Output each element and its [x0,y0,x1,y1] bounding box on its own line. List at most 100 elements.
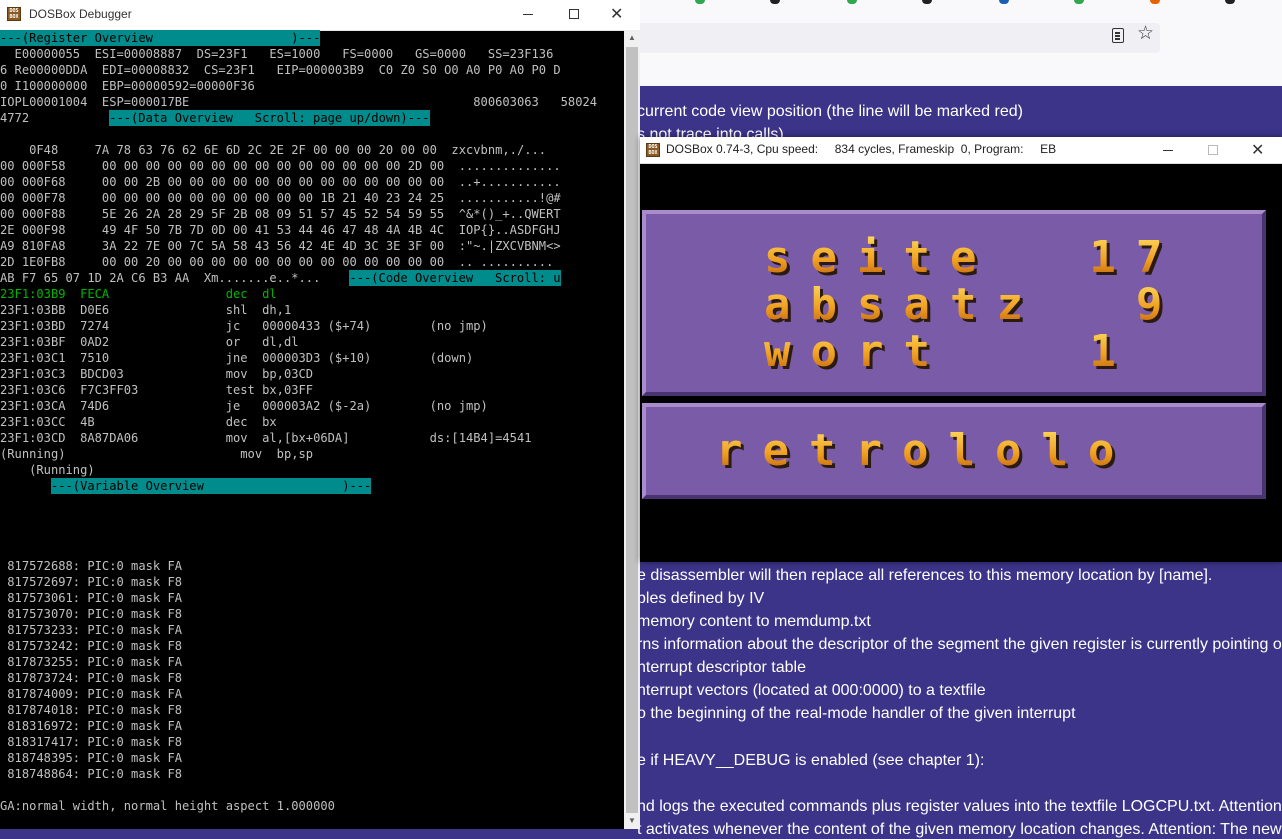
scroll-thumb[interactable] [626,47,638,813]
console-line: 2D 1E0FB8 00 00 20 00 00 00 00 00 00 00 … [0,255,554,269]
browser-tab-strip[interactable] [625,0,1282,14]
console-line: 23F1:03C1 7510 jne 000003D3 ($+10) (down… [0,351,474,365]
console-line: ---(Register Overview )--- [0,30,321,46]
console-line: 23F1:03CC 4B dec bx [0,415,277,429]
console-line: 23F1:03BF 0AD2 or dl,dl [0,335,299,349]
debugger-window: DOS BOX DOSBox Debugger ✕ ---(Register Ov… [0,0,640,829]
game-maximize-button[interactable] [1190,137,1236,163]
console-line: 23F1:03C3 BDCD03 mov bp,03CD [0,367,314,381]
game-minimize-button[interactable] [1145,137,1191,163]
console-line: 817573242: PIC:0 mask F8 [0,639,183,653]
console-line: 817572688: PIC:0 mask FA [0,559,183,573]
code-prompt-panel: seite 17 absatz 9 wort 1 [642,210,1266,396]
debugger-console[interactable]: ---(Register Overview )--- E00000055 ESI… [0,30,624,829]
dosbox-app-icon: DOS BOX [646,143,660,157]
paragraph-number-text: absatz 9 [764,279,1183,330]
console-line: 00 000F68 00 00 2B 00 00 00 00 00 00 00 … [0,175,561,189]
tab-icon[interactable] [1074,0,1084,4]
address-bar[interactable]: ☆ [630,23,1160,53]
tab-icon[interactable] [922,0,932,4]
maximize-button[interactable] [551,0,597,30]
game-close-button[interactable]: ✕ [1236,137,1282,163]
bookmark-star-icon[interactable]: ☆ [1137,24,1154,44]
dosbox-app-icon: DOS BOX [7,7,21,21]
doc-text-line: memory content to memdump.txt [637,613,871,630]
console-line: 6 Re00000DDA EDI=00008832 CS=23F1 EIP=00… [0,63,561,77]
console-line: 817572697: PIC:0 mask F8 [0,575,183,589]
console-line: E00000055 ESI=00008887 DS=23F1 ES=1000 F… [0,47,554,61]
console-line: (Running) [0,463,95,477]
scroll-up-arrow-icon[interactable]: ▲ [624,30,640,46]
tab-icon[interactable] [1225,0,1235,4]
console-section-header: ---(Data Overview Scroll: page up/down)-… [109,110,430,126]
console-line: AB F7 65 07 1D 2A C6 B3 AA Xm.......e..*… [0,271,321,285]
dosbox-game-window: DOS BOX DOSBox 0.74-3, Cpu speed: 834 cyc… [640,137,1282,562]
close-icon: ✕ [610,6,624,23]
console-line: 817874018: PIC:0 mask F8 [0,703,183,717]
minimize-icon [1163,150,1173,151]
console-line: 818748864: PIC:0 mask F8 [0,767,183,781]
doc-text-line: o the beginning of the real-mode handler… [637,705,1076,722]
tab-icon[interactable] [1150,0,1160,4]
console-line: (Running) mov bp,sp [0,447,314,461]
console-line: 817873724: PIC:0 mask F8 [0,671,183,685]
console-scrollbar[interactable]: ▲ ▼ [624,30,640,829]
console-section-header: ---(Code Overview Scroll: u [349,270,561,286]
console-line: 23F1:03CA 74D6 je 000003A2 ($-2a) (no jm… [0,399,488,413]
game-window-title: DOSBox 0.74-3, Cpu speed: 834 cycles, Fr… [666,142,1057,156]
console-line: 0 I100000000 EBP=00000592=00000F36 [0,79,255,93]
tab-icon[interactable] [695,0,705,4]
debugger-titlebar[interactable]: DOS BOX DOSBox Debugger ✕ [0,0,640,31]
minimize-icon [523,14,533,15]
console-line: 0F48 7A 78 63 76 62 6E 6D 2C 2E 2F 00 00… [0,143,547,157]
console-line: 00 000F58 00 00 00 00 00 00 00 00 00 00 … [0,159,561,173]
console-line: 817573070: PIC:0 mask F8 [0,607,183,621]
scroll-down-arrow-icon[interactable]: ▼ [624,813,640,829]
console-line: 23F1:03B9 FECA dec dl [0,287,277,301]
doc-text-line: e disassembler will then replace all ref… [637,567,1213,584]
console-line: 818316972: PIC:0 mask FA [0,719,183,733]
input-panel: retrololo [642,403,1266,499]
console-line: 00 000F78 00 00 00 00 00 00 00 00 00 00 … [0,191,561,205]
doc-text-line: bles defined by IV [637,590,765,607]
tab-icon[interactable] [999,0,1009,4]
console-line: 817573233: PIC:0 mask FA [0,623,183,637]
tab-icon[interactable] [847,0,857,4]
page-number-text: seite 17 [764,232,1183,283]
close-button[interactable]: ✕ [595,0,640,30]
doc-text-line: rns information about the descriptor of … [637,636,1282,653]
console-line: A9 810FA8 3A 22 7E 00 7C 5A 58 43 56 42 … [0,239,561,253]
doc-text-line: current code view position (the line wil… [637,103,1023,120]
minimize-button[interactable] [505,0,551,30]
console-line: 23F1:03BB D0E6 shl dh,1 [0,303,292,317]
console-line: 23F1:03CD 8A87DA06 mov al,[bx+06DA] ds:[… [0,431,532,445]
game-titlebar[interactable]: DOS BOX DOSBox 0.74-3, Cpu speed: 834 cyc… [640,137,1282,164]
doc-text-line: nterrupt descriptor table [637,659,806,676]
console-line: 23F1:03C6 F7C3FF03 test bx,03FF [0,383,314,397]
entered-word-text: retrololo [716,425,1135,476]
doc-text-line: nterrupt vectors (located at 000:0000) t… [637,682,986,699]
tab-icon[interactable] [770,0,780,4]
console-section-header: ---(Variable Overview )--- [50,478,372,494]
doc-text-line: t activates whenever the content of the … [637,821,1282,838]
browser-toolbar: ☆ [625,0,1282,86]
doc-text-line: nd logs the executed commands plus regis… [637,798,1282,815]
reader-view-icon[interactable] [1112,28,1124,43]
console-line: 818748395: PIC:0 mask FA [0,751,183,765]
console-line: 817874009: PIC:0 mask FA [0,687,183,701]
console-line: GA:normal width, normal height aspect 1.… [0,799,335,813]
maximize-icon [569,9,579,19]
maximize-icon [1208,145,1218,155]
window-title: DOSBox Debugger [29,7,132,21]
close-icon: ✕ [1251,142,1265,159]
game-screen[interactable]: seite 17 absatz 9 wort 1 retrololo [640,164,1282,562]
word-number-text: wort 1 [764,326,1136,377]
console-line: IOPL00001004 ESP=000017BE 800603063 5802… [0,95,598,109]
doc-text-line: e if HEAVY__DEBUG is enabled (see chapte… [637,752,985,769]
console-line: 00 000F88 5E 26 2A 28 29 5F 2B 08 09 51 … [0,207,561,221]
console-line: 818317417: PIC:0 mask F8 [0,735,183,749]
console-line: 817873255: PIC:0 mask FA [0,655,183,669]
console-line: 23F1:03BD 7274 jc 00000433 ($+74) (no jm… [0,319,488,333]
console-line: 4772 [0,111,30,125]
console-line: 817573061: PIC:0 mask FA [0,591,183,605]
